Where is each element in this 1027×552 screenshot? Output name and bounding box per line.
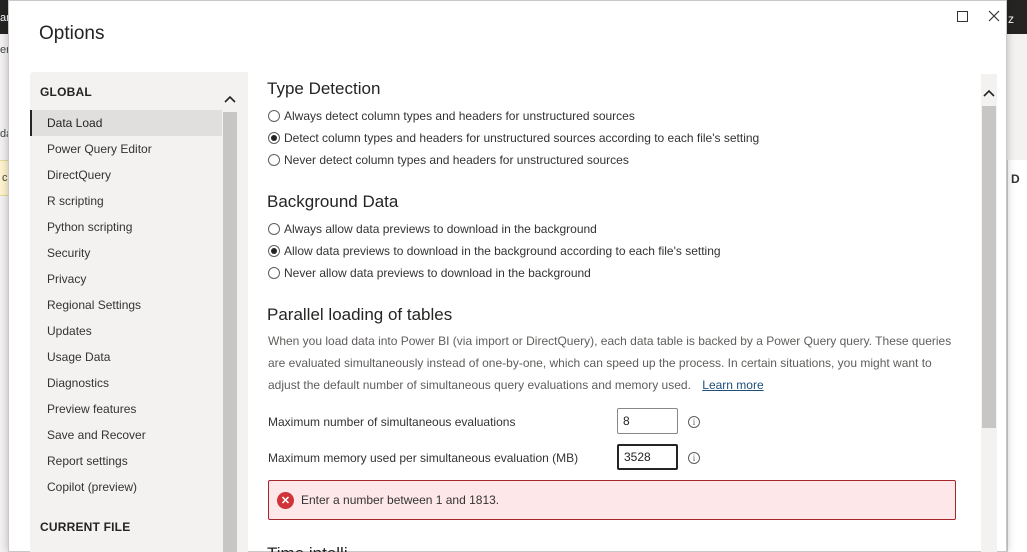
maximize-button[interactable] bbox=[953, 7, 971, 25]
close-icon bbox=[988, 10, 1000, 22]
nav-item-preview-features[interactable]: Preview features bbox=[30, 396, 222, 422]
type-detection-heading: Type Detection bbox=[267, 79, 381, 98]
content-scrollbar[interactable] bbox=[981, 74, 997, 552]
nav-item-privacy[interactable]: Privacy bbox=[30, 266, 222, 292]
parallel-loading-heading: Parallel loading of tables bbox=[267, 305, 453, 324]
nav-item-diagnostics[interactable]: Diagnostics bbox=[30, 370, 222, 396]
error-text: Enter a number between 1 and 1813. bbox=[301, 493, 500, 507]
maximize-icon bbox=[956, 10, 968, 22]
nav-item-power-query-editor[interactable]: Power Query Editor bbox=[30, 136, 222, 162]
nav-scrollbar[interactable] bbox=[223, 84, 237, 552]
radio-label: Never detect column types and headers fo… bbox=[284, 153, 629, 167]
nav-item-data-load[interactable]: Data Load bbox=[30, 110, 222, 136]
background-data-option-per-file[interactable]: Allow data previews to download in the b… bbox=[268, 243, 721, 259]
learn-more-link[interactable]: Learn more bbox=[702, 378, 763, 392]
content-scroll-thumb[interactable] bbox=[982, 106, 996, 428]
close-button[interactable] bbox=[985, 7, 1003, 25]
data-load-settings: Type Detection Always detect column type… bbox=[267, 74, 977, 552]
nav-item-regional-settings[interactable]: Regional Settings bbox=[30, 292, 222, 318]
info-icon[interactable]: i bbox=[688, 416, 700, 428]
error-icon: ✕ bbox=[277, 491, 294, 509]
radio-label: Detect column types and headers for unst… bbox=[284, 131, 760, 145]
nav-item-r-scripting[interactable]: R scripting bbox=[30, 188, 222, 214]
chevron-up-icon bbox=[983, 89, 995, 97]
type-detection-option-always[interactable]: Always detect column types and headers f… bbox=[268, 108, 635, 124]
nav-section-current-file: CURRENT FILE bbox=[40, 520, 131, 534]
background-fragment: D bbox=[1011, 172, 1020, 186]
chevron-up-icon bbox=[224, 95, 236, 103]
radio-label: Allow data previews to download in the b… bbox=[284, 244, 721, 258]
nav-item-updates[interactable]: Updates bbox=[30, 318, 222, 344]
radio-button-selected[interactable] bbox=[268, 245, 280, 257]
radio-button[interactable] bbox=[268, 267, 280, 279]
radio-label: Never allow data previews to download in… bbox=[284, 266, 591, 280]
max-memory-input[interactable] bbox=[617, 444, 678, 470]
nav-section-global: GLOBAL bbox=[40, 85, 92, 99]
content-scroll-up-button[interactable] bbox=[982, 86, 996, 100]
nav-scroll-up-button[interactable] bbox=[223, 92, 237, 106]
description-text: When you load data into Power BI (via im… bbox=[268, 334, 952, 392]
nav-item-usage-data[interactable]: Usage Data bbox=[30, 344, 222, 370]
nav-item-security[interactable]: Security bbox=[30, 240, 222, 266]
background-data-option-never[interactable]: Never allow data previews to download in… bbox=[268, 265, 591, 281]
background-fragment: c bbox=[2, 172, 8, 184]
radio-button[interactable] bbox=[268, 223, 280, 235]
radio-button[interactable] bbox=[268, 110, 280, 122]
nav-item-save-and-recover[interactable]: Save and Recover bbox=[30, 422, 222, 448]
background-app-right: z D bbox=[1007, 0, 1027, 552]
radio-button[interactable] bbox=[268, 154, 280, 166]
radio-label: Always allow data previews to download i… bbox=[284, 222, 597, 236]
dialog-title: Options bbox=[39, 23, 105, 44]
background-fragment: z bbox=[1008, 12, 1014, 26]
nav-item-copilot-preview[interactable]: Copilot (preview) bbox=[30, 474, 222, 500]
parallel-loading-description: When you load data into Power BI (via im… bbox=[268, 330, 958, 396]
max-evaluations-label: Maximum number of simultaneous evaluatio… bbox=[268, 415, 516, 429]
options-nav: GLOBAL Data Load Power Query Editor Dire… bbox=[30, 72, 248, 552]
max-memory-label: Maximum memory used per simultaneous eva… bbox=[268, 451, 579, 465]
time-intelligence-heading-partial: Time intelli bbox=[267, 544, 348, 552]
background-titlebar-right: z bbox=[1007, 0, 1027, 34]
info-icon[interactable]: i bbox=[688, 452, 700, 464]
options-dialog: Options GLOBAL Data Load Power Query Edi… bbox=[8, 0, 1007, 552]
nav-scroll-thumb[interactable] bbox=[223, 112, 237, 552]
max-evaluations-input[interactable] bbox=[617, 408, 678, 434]
radio-button-selected[interactable] bbox=[268, 132, 280, 144]
background-data-option-always[interactable]: Always allow data previews to download i… bbox=[268, 221, 597, 237]
radio-label: Always detect column types and headers f… bbox=[284, 109, 635, 123]
background-data-heading: Background Data bbox=[267, 192, 399, 211]
nav-list: Data Load Power Query Editor DirectQuery… bbox=[30, 110, 222, 500]
nav-item-directquery[interactable]: DirectQuery bbox=[30, 162, 222, 188]
background-panel: D bbox=[1007, 160, 1027, 552]
type-detection-option-never[interactable]: Never detect column types and headers fo… bbox=[268, 152, 629, 168]
nav-item-python-scripting[interactable]: Python scripting bbox=[30, 214, 222, 240]
type-detection-option-per-file[interactable]: Detect column types and headers for unst… bbox=[268, 130, 759, 146]
validation-error-message: ✕ Enter a number between 1 and 1813. bbox=[268, 480, 956, 520]
nav-item-report-settings[interactable]: Report settings bbox=[30, 448, 222, 474]
